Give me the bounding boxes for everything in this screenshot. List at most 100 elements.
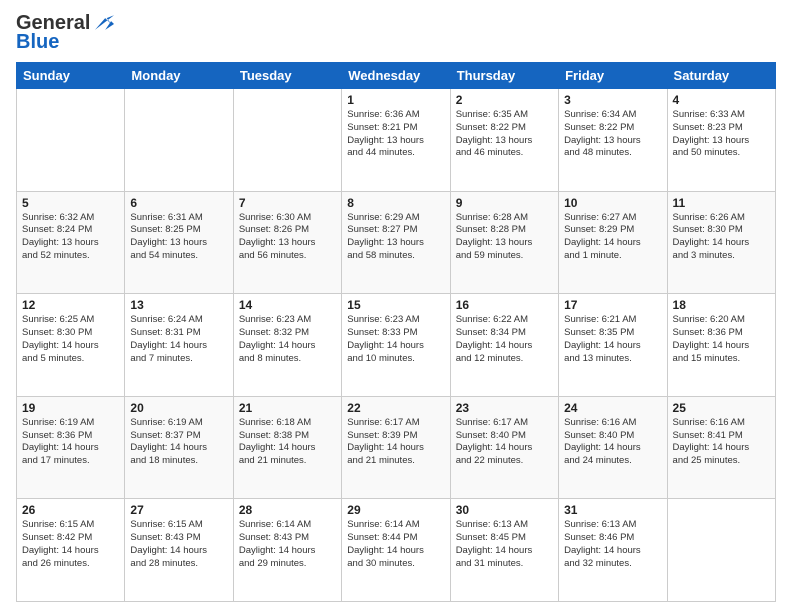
calendar-cell: 5 Sunrise: 6:32 AM Sunset: 8:24 PM Daylig… xyxy=(17,191,125,294)
calendar-week-row: 26Sunrise: 6:15 AM Sunset: 8:42 PM Dayli… xyxy=(17,499,776,602)
logo: General Blue xyxy=(16,12,114,54)
day-number: 3 xyxy=(564,93,661,107)
calendar-cell xyxy=(17,89,125,192)
day-info: Sunrise: 6:14 AM Sunset: 8:44 PM Dayligh… xyxy=(347,519,444,570)
day-number: 2 xyxy=(456,93,553,107)
calendar-cell: 22 Sunrise: 6:17 AM Sunset: 8:39 PM Dayli… xyxy=(342,396,450,499)
calendar-cell: 15 Sunrise: 6:23 AM Sunset: 8:33 PM Dayli… xyxy=(342,294,450,397)
day-info: Sunrise: 6:35 AM Sunset: 8:22 PM Dayligh… xyxy=(456,109,553,160)
calendar-cell: 1 Sunrise: 6:36 AM Sunset: 8:21 PM Daylig… xyxy=(342,89,450,192)
day-number: 11 xyxy=(673,196,770,210)
day-info: Sunrise: 6:28 AM Sunset: 8:28 PM Dayligh… xyxy=(456,212,553,263)
calendar-cell: 16Sunrise: 6:22 AM Sunset: 8:34 PM Dayli… xyxy=(450,294,558,397)
day-number: 19 xyxy=(22,401,119,415)
day-info: Sunrise: 6:36 AM Sunset: 8:21 PM Dayligh… xyxy=(347,109,444,160)
calendar-cell: 18 Sunrise: 6:20 AM Sunset: 8:36 PM Dayli… xyxy=(667,294,775,397)
day-info: Sunrise: 6:26 AM Sunset: 8:30 PM Dayligh… xyxy=(673,212,770,263)
day-number: 20 xyxy=(130,401,227,415)
col-header-wednesday: Wednesday xyxy=(342,63,450,89)
day-number: 7 xyxy=(239,196,336,210)
col-header-sunday: Sunday xyxy=(17,63,125,89)
day-info: Sunrise: 6:29 AM Sunset: 8:27 PM Dayligh… xyxy=(347,212,444,263)
day-number: 17 xyxy=(564,298,661,312)
day-info: Sunrise: 6:16 AM Sunset: 8:41 PM Dayligh… xyxy=(673,417,770,468)
col-header-thursday: Thursday xyxy=(450,63,558,89)
day-info: Sunrise: 6:23 AM Sunset: 8:33 PM Dayligh… xyxy=(347,314,444,365)
calendar-cell: 30 Sunrise: 6:13 AM Sunset: 8:45 PM Dayli… xyxy=(450,499,558,602)
calendar-week-row: 19 Sunrise: 6:19 AM Sunset: 8:36 PM Dayli… xyxy=(17,396,776,499)
day-number: 23 xyxy=(456,401,553,415)
day-number: 13 xyxy=(130,298,227,312)
calendar-cell: 26Sunrise: 6:15 AM Sunset: 8:42 PM Dayli… xyxy=(17,499,125,602)
calendar-cell xyxy=(233,89,341,192)
calendar-cell: 19 Sunrise: 6:19 AM Sunset: 8:36 PM Dayli… xyxy=(17,396,125,499)
day-info: Sunrise: 6:15 AM Sunset: 8:43 PM Dayligh… xyxy=(130,519,227,570)
calendar-cell: 23Sunrise: 6:17 AM Sunset: 8:40 PM Dayli… xyxy=(450,396,558,499)
day-number: 31 xyxy=(564,503,661,517)
col-header-monday: Monday xyxy=(125,63,233,89)
day-number: 28 xyxy=(239,503,336,517)
calendar-week-row: 5 Sunrise: 6:32 AM Sunset: 8:24 PM Daylig… xyxy=(17,191,776,294)
calendar-cell: 31 Sunrise: 6:13 AM Sunset: 8:46 PM Dayli… xyxy=(559,499,667,602)
day-number: 6 xyxy=(130,196,227,210)
day-info: Sunrise: 6:18 AM Sunset: 8:38 PM Dayligh… xyxy=(239,417,336,468)
day-number: 4 xyxy=(673,93,770,107)
day-info: Sunrise: 6:31 AM Sunset: 8:25 PM Dayligh… xyxy=(130,212,227,263)
day-info: Sunrise: 6:34 AM Sunset: 8:22 PM Dayligh… xyxy=(564,109,661,160)
day-number: 21 xyxy=(239,401,336,415)
day-info: Sunrise: 6:14 AM Sunset: 8:43 PM Dayligh… xyxy=(239,519,336,570)
logo-icon xyxy=(92,13,114,35)
calendar-cell: 29 Sunrise: 6:14 AM Sunset: 8:44 PM Dayli… xyxy=(342,499,450,602)
calendar-cell: 28 Sunrise: 6:14 AM Sunset: 8:43 PM Dayli… xyxy=(233,499,341,602)
day-number: 5 xyxy=(22,196,119,210)
day-number: 25 xyxy=(673,401,770,415)
day-number: 29 xyxy=(347,503,444,517)
day-number: 12 xyxy=(22,298,119,312)
day-number: 14 xyxy=(239,298,336,312)
day-info: Sunrise: 6:27 AM Sunset: 8:29 PM Dayligh… xyxy=(564,212,661,263)
calendar-week-row: 12 Sunrise: 6:25 AM Sunset: 8:30 PM Dayli… xyxy=(17,294,776,397)
calendar-week-row: 1 Sunrise: 6:36 AM Sunset: 8:21 PM Daylig… xyxy=(17,89,776,192)
day-info: Sunrise: 6:33 AM Sunset: 8:23 PM Dayligh… xyxy=(673,109,770,160)
day-number: 30 xyxy=(456,503,553,517)
day-number: 27 xyxy=(130,503,227,517)
day-number: 9 xyxy=(456,196,553,210)
calendar-cell: 2 Sunrise: 6:35 AM Sunset: 8:22 PM Daylig… xyxy=(450,89,558,192)
day-number: 1 xyxy=(347,93,444,107)
calendar-cell: 9 Sunrise: 6:28 AM Sunset: 8:28 PM Daylig… xyxy=(450,191,558,294)
day-number: 10 xyxy=(564,196,661,210)
calendar-cell: 17Sunrise: 6:21 AM Sunset: 8:35 PM Dayli… xyxy=(559,294,667,397)
day-info: Sunrise: 6:13 AM Sunset: 8:45 PM Dayligh… xyxy=(456,519,553,570)
calendar-cell xyxy=(667,499,775,602)
day-info: Sunrise: 6:24 AM Sunset: 8:31 PM Dayligh… xyxy=(130,314,227,365)
calendar-cell: 20 Sunrise: 6:19 AM Sunset: 8:37 PM Dayli… xyxy=(125,396,233,499)
day-info: Sunrise: 6:19 AM Sunset: 8:36 PM Dayligh… xyxy=(22,417,119,468)
header: General Blue xyxy=(16,12,776,54)
day-info: Sunrise: 6:13 AM Sunset: 8:46 PM Dayligh… xyxy=(564,519,661,570)
day-info: Sunrise: 6:17 AM Sunset: 8:39 PM Dayligh… xyxy=(347,417,444,468)
col-header-saturday: Saturday xyxy=(667,63,775,89)
calendar-cell: 3 Sunrise: 6:34 AM Sunset: 8:22 PM Daylig… xyxy=(559,89,667,192)
day-number: 18 xyxy=(673,298,770,312)
day-info: Sunrise: 6:32 AM Sunset: 8:24 PM Dayligh… xyxy=(22,212,119,263)
day-info: Sunrise: 6:16 AM Sunset: 8:40 PM Dayligh… xyxy=(564,417,661,468)
day-info: Sunrise: 6:19 AM Sunset: 8:37 PM Dayligh… xyxy=(130,417,227,468)
calendar-cell: 25 Sunrise: 6:16 AM Sunset: 8:41 PM Dayli… xyxy=(667,396,775,499)
calendar-page: General Blue SundayMondayTuesdayWednesda… xyxy=(0,0,792,612)
day-number: 22 xyxy=(347,401,444,415)
calendar-cell: 8 Sunrise: 6:29 AM Sunset: 8:27 PM Daylig… xyxy=(342,191,450,294)
day-info: Sunrise: 6:20 AM Sunset: 8:36 PM Dayligh… xyxy=(673,314,770,365)
calendar-cell: 21 Sunrise: 6:18 AM Sunset: 8:38 PM Dayli… xyxy=(233,396,341,499)
col-header-tuesday: Tuesday xyxy=(233,63,341,89)
calendar-cell: 4 Sunrise: 6:33 AM Sunset: 8:23 PM Daylig… xyxy=(667,89,775,192)
day-info: Sunrise: 6:30 AM Sunset: 8:26 PM Dayligh… xyxy=(239,212,336,263)
day-number: 26 xyxy=(22,503,119,517)
calendar-header-row: SundayMondayTuesdayWednesdayThursdayFrid… xyxy=(17,63,776,89)
day-info: Sunrise: 6:25 AM Sunset: 8:30 PM Dayligh… xyxy=(22,314,119,365)
calendar-cell: 6 Sunrise: 6:31 AM Sunset: 8:25 PM Daylig… xyxy=(125,191,233,294)
calendar-cell: 11 Sunrise: 6:26 AM Sunset: 8:30 PM Dayli… xyxy=(667,191,775,294)
day-number: 16 xyxy=(456,298,553,312)
day-number: 8 xyxy=(347,196,444,210)
calendar-table: SundayMondayTuesdayWednesdayThursdayFrid… xyxy=(16,62,776,602)
day-number: 15 xyxy=(347,298,444,312)
